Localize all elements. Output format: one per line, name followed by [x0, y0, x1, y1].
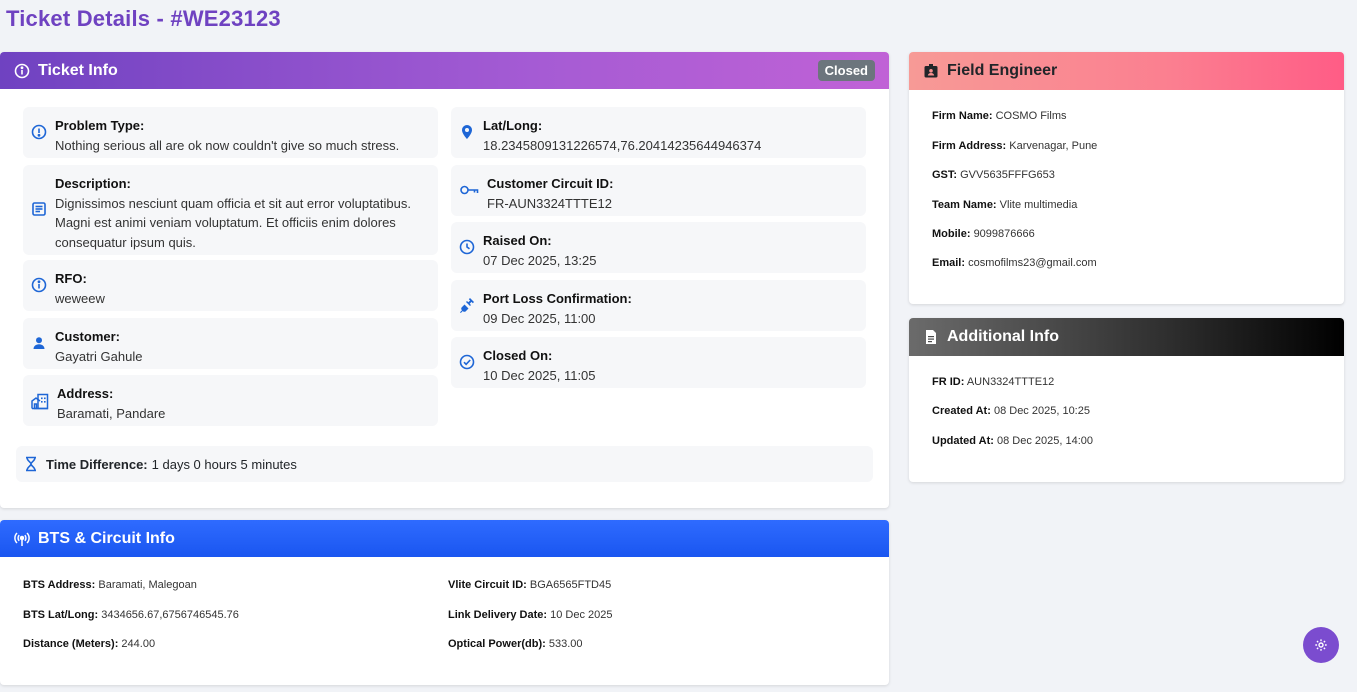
port-loss-value: 09 Dec 2025, 11:00	[483, 310, 596, 326]
bts-address: BTS Address: Baramati, Malegoan	[23, 579, 197, 591]
clock-icon	[459, 239, 475, 255]
fr-id: FR ID: AUN3324TTTE12	[932, 376, 1055, 388]
rfo-box: RFO: weweew	[23, 260, 438, 311]
ticket-info-header: Ticket Info Closed	[0, 52, 889, 89]
firm-name: Firm Name: COSMO Films	[932, 110, 1067, 122]
file-text-icon	[923, 329, 939, 345]
rfo-value: weweew	[55, 290, 105, 306]
gst: GST: GVV5635FFFG653	[932, 169, 1055, 181]
closed-on-label: Closed On:	[483, 348, 553, 363]
rfo-label: RFO:	[55, 271, 87, 286]
created-at: Created At: 08 Dec 2025, 10:25	[932, 405, 1090, 417]
optical-power: Optical Power(db): 533.00	[448, 638, 583, 650]
additional-info-title: Additional Info	[947, 328, 1059, 345]
problem-type-box: Problem Type: Nothing serious all are ok…	[23, 107, 438, 158]
check-circle-icon	[459, 354, 475, 370]
document-icon	[31, 201, 47, 217]
field-engineer-title: Field Engineer	[947, 62, 1058, 79]
port-loss-box: Port Loss Confirmation: 09 Dec 2025, 11:…	[451, 280, 866, 331]
person-icon	[31, 335, 47, 351]
info-icon	[31, 277, 47, 293]
raised-on-label: Raised On:	[483, 233, 552, 248]
firm-address: Firm Address: Karvenagar, Pune	[932, 140, 1098, 152]
location-pin-icon	[459, 124, 475, 140]
additional-info-header: Additional Info	[909, 318, 1344, 356]
customer-label: Customer:	[55, 329, 121, 344]
vlite-circuit-id: Vlite Circuit ID: BGA6565FTD45	[448, 579, 612, 591]
ticket-info-title: Ticket Info	[38, 61, 118, 79]
port-loss-label: Port Loss Confirmation:	[483, 291, 632, 306]
ticket-info-card: Ticket Info Closed Problem Type: Nothing…	[0, 52, 889, 508]
description-value: Dignissimos nesciunt quam officia et sit…	[55, 195, 411, 250]
settings-fab-button[interactable]	[1303, 627, 1339, 663]
time-difference-value: 1 days 0 hours 5 minutes	[151, 456, 297, 472]
info-icon	[14, 63, 30, 79]
closed-on-value: 10 Dec 2025, 11:05	[483, 367, 596, 383]
updated-at: Updated At: 08 Dec 2025, 14:00	[932, 435, 1094, 447]
problem-type-value: Nothing serious all are ok now couldn't …	[55, 137, 400, 153]
address-value: Baramati, Pandare	[57, 405, 166, 421]
bts-circuit-header: BTS & Circuit Info	[0, 520, 889, 557]
problem-type-label: Problem Type:	[55, 118, 145, 133]
field-engineer-header: Field Engineer	[909, 52, 1344, 90]
bts-circuit-title: BTS & Circuit Info	[38, 529, 175, 547]
time-difference-label: Time Difference:	[46, 456, 148, 472]
team-name: Team Name: Vlite multimedia	[932, 199, 1078, 211]
email: Email: cosmofilms23@gmail.com	[932, 257, 1097, 269]
circuit-id-label: Customer Circuit ID:	[487, 176, 614, 191]
description-label: Description:	[55, 176, 131, 191]
status-badge: Closed	[817, 60, 875, 81]
broadcast-icon	[14, 531, 30, 547]
bts-circuit-card: BTS & Circuit Info BTS Address: Baramati…	[0, 520, 889, 685]
bts-distance: Distance (Meters): 244.00	[23, 638, 156, 650]
lat-long-box: Lat/Long: 18.2345809131226574,76.2041423…	[451, 107, 866, 158]
mobile: Mobile: 9099876666	[932, 228, 1035, 240]
gear-icon	[1314, 638, 1328, 652]
circuit-id-value: FR-AUN3324TTTE12	[487, 195, 612, 211]
lat-long-label: Lat/Long:	[483, 118, 543, 133]
building-icon	[31, 393, 49, 410]
key-icon	[459, 182, 479, 198]
time-difference-box: Time Difference: 1 days 0 hours 5 minute…	[16, 446, 873, 482]
circuit-id-box: Customer Circuit ID: FR-AUN3324TTTE12	[451, 165, 866, 216]
id-badge-icon	[923, 63, 939, 79]
raised-on-box: Raised On: 07 Dec 2025, 13:25	[451, 222, 866, 273]
closed-on-box: Closed On: 10 Dec 2025, 11:05	[451, 337, 866, 388]
customer-value: Gayatri Gahule	[55, 348, 143, 364]
link-delivery-date: Link Delivery Date: 10 Dec 2025	[448, 609, 613, 621]
raised-on-value: 07 Dec 2025, 13:25	[483, 252, 597, 268]
address-label: Address:	[57, 386, 114, 401]
customer-box: Customer: Gayatri Gahule	[23, 318, 438, 369]
alert-circle-icon	[31, 124, 47, 140]
plug-icon	[459, 297, 475, 313]
lat-long-value: 18.2345809131226574,76.20414235644946374	[483, 137, 762, 153]
hourglass-icon	[24, 456, 38, 472]
description-box: Description: Dignissimos nesciunt quam o…	[23, 165, 438, 255]
bts-lat-long: BTS Lat/Long: 3434656.67,6756746545.76	[23, 609, 239, 621]
page-title: Ticket Details - #WE23123	[6, 6, 281, 31]
additional-info-card: Additional Info FR ID: AUN3324TTTE12 Cre…	[909, 318, 1344, 482]
address-box: Address: Baramati, Pandare	[23, 375, 438, 426]
field-engineer-card: Field Engineer Firm Name: COSMO Films Fi…	[909, 52, 1344, 304]
